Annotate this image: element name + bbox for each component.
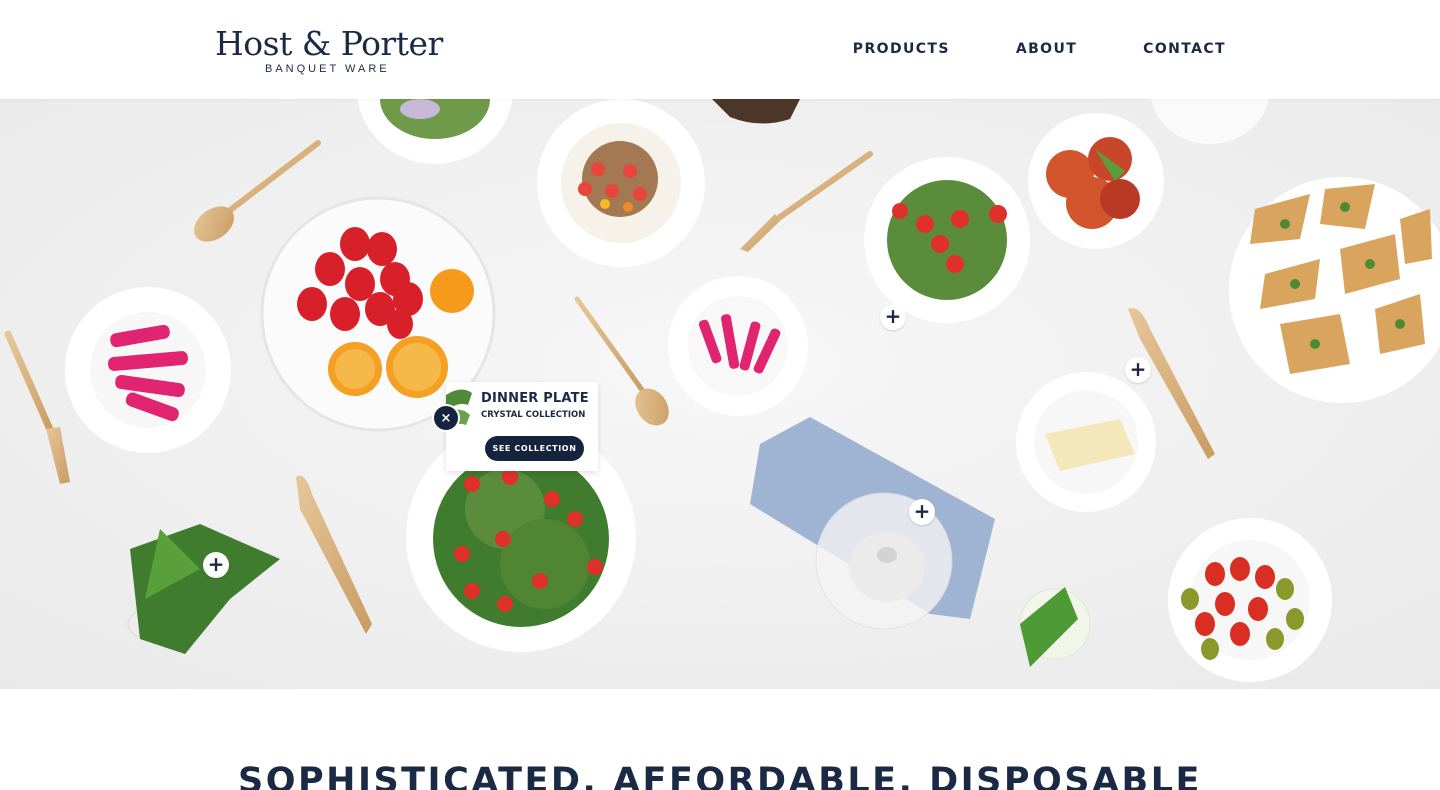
plus-icon: + (884, 304, 902, 328)
popup-title: DINNER PLATE (481, 391, 589, 406)
close-icon: × (440, 410, 452, 426)
brand-name: Host & Porter (215, 24, 443, 63)
intro-headline: SOPHISTICATED. AFFORDABLE. DISPOSABLE (238, 761, 1202, 790)
site-header: Host & Porter BANQUET WARE PRODUCTS ABOU… (0, 0, 1440, 99)
main-nav: PRODUCTS ABOUT CONTACT (853, 41, 1226, 57)
hero-table-scene: + + + + DINNER PLATE CRYSTAL COLLECTION … (0, 99, 1440, 689)
nav-about[interactable]: ABOUT (1016, 41, 1077, 57)
plus-icon: + (913, 499, 931, 523)
olive-tomato-bowl (1168, 518, 1332, 682)
hotspot-salad-bowl[interactable]: + (880, 304, 906, 330)
pickled-beet-bowl (65, 287, 231, 453)
radish-bowl (668, 276, 808, 416)
tomato-salad-bowl (864, 157, 1030, 323)
nav-contact[interactable]: CONTACT (1143, 41, 1226, 57)
popup-close-button[interactable]: × (432, 404, 460, 432)
plus-icon: + (207, 552, 225, 576)
granola-bowl (537, 99, 705, 267)
product-popup: DINNER PLATE CRYSTAL COLLECTION SEE COLL… (446, 382, 598, 471)
table-spread-image (0, 99, 1440, 689)
brand-logo[interactable]: Host & Porter BANQUET WARE (215, 26, 460, 78)
blood-orange-bowl (1028, 113, 1164, 249)
hotspot-basil-glass[interactable]: + (203, 552, 229, 578)
see-collection-button[interactable]: SEE COLLECTION (485, 436, 584, 461)
hotspot-dessert-plate[interactable]: + (909, 499, 935, 525)
brand-tagline: BANQUET WARE (265, 63, 390, 75)
butter-plate (1016, 372, 1156, 512)
nav-products[interactable]: PRODUCTS (853, 41, 950, 57)
popup-subtitle: CRYSTAL COLLECTION (481, 410, 586, 420)
plus-icon: + (1129, 357, 1147, 381)
hotspot-butter-plate[interactable]: + (1125, 357, 1151, 383)
